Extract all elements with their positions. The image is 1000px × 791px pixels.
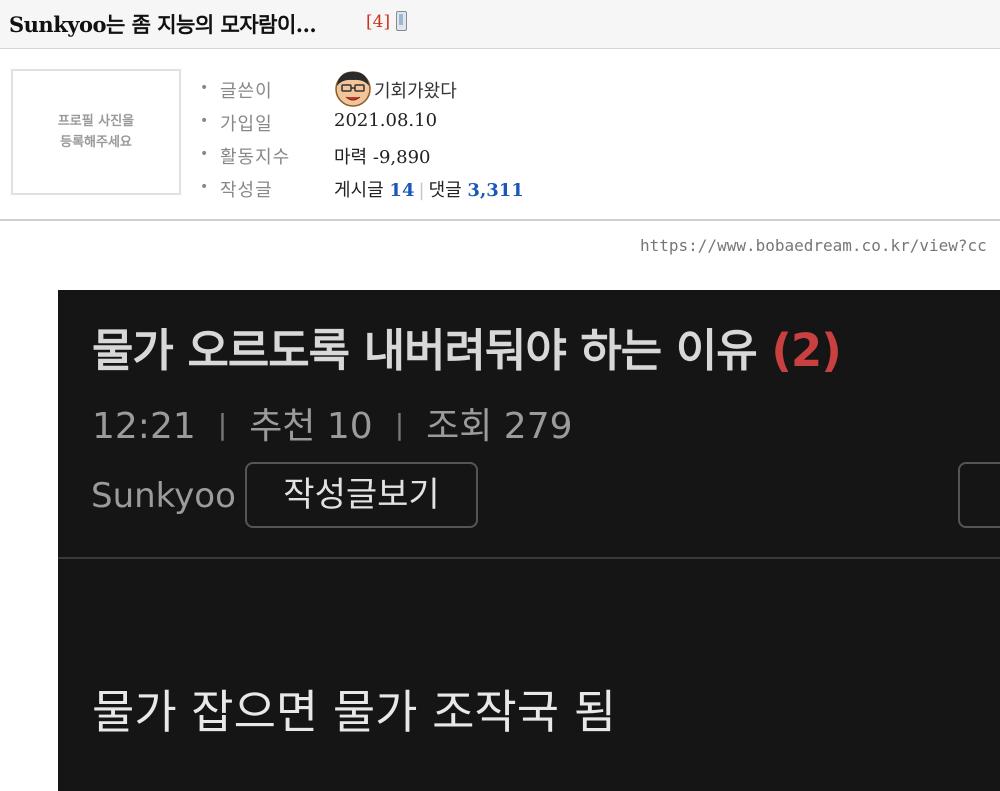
bullet-icon: • (200, 146, 209, 162)
info-row-posts: • 작성글 게시글 14 | 댓글 3,311 (200, 176, 700, 202)
screenshot-cropped-button (958, 462, 1000, 528)
post-title-bar: Sunkyoo는 좀 지능의 모자람이... [4] (0, 0, 1000, 49)
screenshot-divider (58, 557, 1000, 559)
info-row-joined: • 가입일 2021.08.10 (200, 110, 700, 135)
screenshot-meta: 12:21 | 추천 10 | 조회 279 (92, 397, 573, 449)
screenshot-title: 물가 오르도록 내버려둬야 하는 이유 (2) (92, 314, 842, 379)
author-profile: 프로필 사진을 등록해주세요 • 글쓴이 기회가왔다 • 가입일 2021.08… (0, 49, 1000, 221)
info-row-author: • 글쓴이 기회가왔다 (200, 71, 700, 107)
activity-prefix: 마력 (334, 147, 368, 168)
embedded-screenshot: 물가 오르도록 내버려둬야 하는 이유 (2) 12:21 | 추천 10 | 조회 2… (58, 290, 1000, 791)
info-row-activity: • 활동지수 마력 -9,890 (200, 143, 700, 169)
user-avatar-icon[interactable] (334, 69, 372, 107)
mobile-phone-icon (396, 11, 407, 31)
screenshot-time: 12:21 (92, 406, 196, 447)
divider: | (418, 180, 425, 201)
activity-value: 마력 -9,890 (334, 143, 430, 169)
comments-count-link[interactable]: 3,311 (467, 180, 523, 201)
author-name-link[interactable]: 기회가왔다 (374, 81, 457, 102)
screenshot-views: 조회 279 (426, 406, 573, 447)
activity-number: -9,890 (372, 147, 431, 168)
author-label: 글쓴이 (220, 81, 273, 102)
screenshot-title-text: 물가 오르도록 내버려둬야 하는 이유 (92, 324, 758, 377)
comment-count[interactable]: [4] (366, 12, 390, 32)
posts-count-link[interactable]: 14 (389, 180, 414, 201)
profile-photo-text: 프로필 사진을 등록해주세요 (57, 114, 135, 150)
bullet-icon: • (200, 179, 209, 195)
posts-label: 작성글 (220, 180, 273, 201)
post-title[interactable]: Sunkyoo는 좀 지능의 모자람이... (9, 9, 317, 39)
bullet-icon: • (200, 113, 209, 129)
screenshot-comment-count: (2) (771, 324, 841, 377)
meta-divider: | (217, 408, 228, 441)
bullet-icon: • (200, 80, 209, 96)
comments-prefix: 댓글 (428, 180, 462, 201)
screenshot-recommend: 추천 10 (249, 406, 373, 447)
source-url-link[interactable]: https://www.bobaedream.co.kr/view?cc (640, 236, 987, 255)
joined-value: 2021.08.10 (334, 110, 438, 131)
posts-value: 게시글 14 | 댓글 3,311 (334, 176, 524, 202)
screenshot-author: Sunkyoo (91, 476, 236, 516)
meta-divider: | (394, 408, 405, 441)
profile-photo-placeholder: 프로필 사진을 등록해주세요 (11, 69, 181, 195)
posts-prefix: 게시글 (334, 180, 384, 201)
author-value: 기회가왔다 (334, 71, 457, 111)
joined-label: 가입일 (220, 114, 273, 135)
screenshot-posts-button: 작성글보기 (245, 462, 478, 528)
activity-label: 활동지수 (220, 147, 291, 168)
screenshot-body-text: 물가 잡으면 물가 조작국 됨 (92, 685, 617, 739)
